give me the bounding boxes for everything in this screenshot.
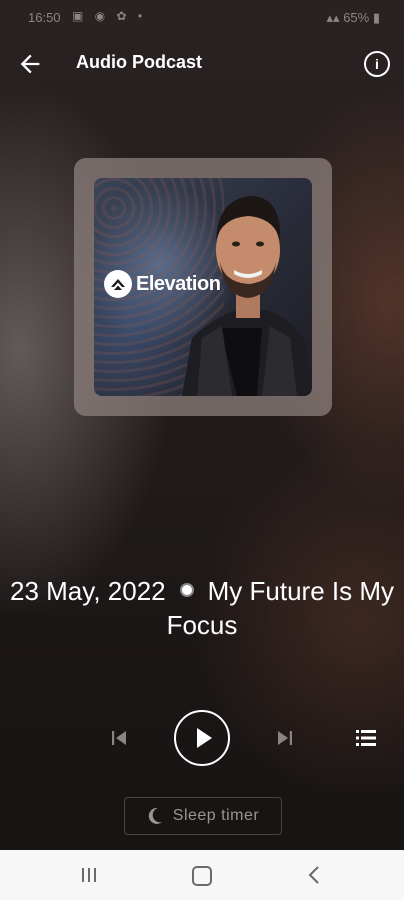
sleep-timer-button[interactable]: Sleep timer (124, 797, 282, 835)
battery-icon: ▮ (372, 10, 380, 25)
podcast-artwork: Elevation (94, 178, 312, 396)
play-icon (197, 728, 212, 748)
back-button[interactable] (16, 50, 44, 78)
arrow-left-icon (20, 54, 40, 74)
page-title: Audio Podcast (76, 52, 203, 72)
recent-apps-button[interactable] (80, 867, 98, 883)
play-button[interactable] (174, 710, 230, 766)
episode-title: My Future Is My Focus (166, 576, 394, 640)
playback-controls (0, 710, 404, 766)
moon-icon (147, 807, 163, 825)
system-nav-bar (0, 850, 404, 900)
elevation-logo-icon (104, 270, 132, 298)
sleep-timer-label: Sleep timer (172, 807, 260, 824)
status-notification-icons: ▣ ◉ ✿ • (72, 9, 147, 23)
back-chevron-icon (308, 866, 319, 884)
status-time: 16:50 (28, 10, 61, 25)
separator-dot-icon (179, 583, 194, 598)
skip-next-button[interactable] (272, 726, 298, 750)
battery-level: 65% (343, 10, 370, 25)
signal-icon: ▴▴ (326, 10, 340, 25)
status-bar: 16:50 ▣ ◉ ✿ • ▴▴ 65% ▮ (0, 0, 404, 34)
home-button[interactable] (192, 866, 212, 886)
skip-next-icon (278, 731, 292, 745)
artwork-frame: Elevation (74, 158, 332, 416)
skip-previous-icon (112, 731, 126, 745)
episode-info: 23 May, 2022 My Future Is My Focus (10, 574, 394, 642)
info-icon: i (375, 56, 379, 72)
recent-apps-icon (82, 868, 96, 882)
elevation-logo: Elevation (104, 270, 221, 298)
episode-date: 23 May, 2022 (10, 576, 166, 606)
system-back-button[interactable] (306, 865, 322, 885)
playlist-icon (356, 730, 376, 746)
elevation-logo-text: Elevation (136, 272, 221, 295)
info-button[interactable]: i (364, 51, 390, 77)
skip-previous-button[interactable] (106, 726, 132, 750)
status-right: ▴▴ 65% ▮ (327, 10, 381, 26)
app-bar: Audio Podcast i (0, 38, 404, 88)
playlist-button[interactable] (354, 727, 378, 749)
